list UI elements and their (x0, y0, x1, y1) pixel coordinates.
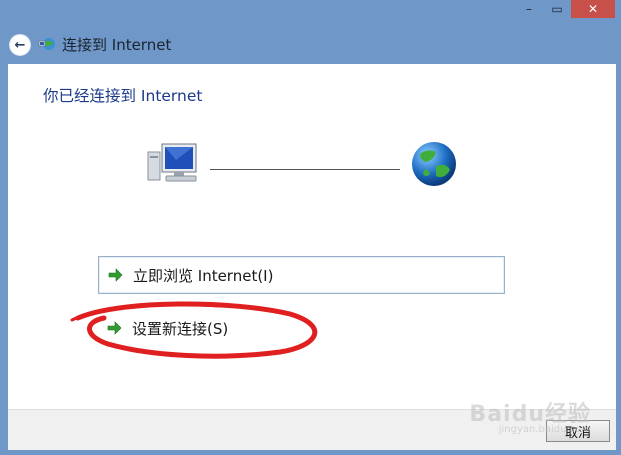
title-bar: ← 连接到 Internet (0, 24, 621, 62)
green-arrow-icon (107, 321, 122, 335)
content-pane: 你已经连接到 Internet 立即浏览 Internet(I) 设置新连接(S… (8, 64, 616, 409)
window-controls: – ▭ ✕ (515, 0, 615, 20)
browse-internet-label: 立即浏览 Internet(I) (133, 266, 274, 285)
maximize-button[interactable]: ▭ (543, 0, 571, 18)
baidu-watermark-url: jingyan.baidu.com (498, 424, 591, 435)
setup-new-connection-option[interactable]: 设置新连接(S) (98, 310, 503, 346)
globe-icon (412, 142, 456, 186)
close-button[interactable]: ✕ (571, 0, 615, 18)
back-button[interactable]: ← (9, 34, 31, 56)
browse-internet-option[interactable]: 立即浏览 Internet(I) (98, 256, 505, 294)
window-title: 连接到 Internet (62, 36, 172, 54)
green-arrow-icon (108, 268, 123, 282)
connection-line (210, 169, 400, 170)
setup-new-connection-label: 设置新连接(S) (132, 319, 229, 338)
page-heading: 你已经连接到 Internet (43, 87, 203, 105)
window-frame: – ▭ ✕ ← 连接到 Internet 你已经连接到 Internet 立即浏… (0, 0, 621, 455)
network-connection-icon (38, 38, 55, 50)
computer-icon (147, 143, 197, 182)
minimize-button[interactable]: – (515, 0, 543, 18)
back-arrow-icon: ← (14, 37, 26, 53)
